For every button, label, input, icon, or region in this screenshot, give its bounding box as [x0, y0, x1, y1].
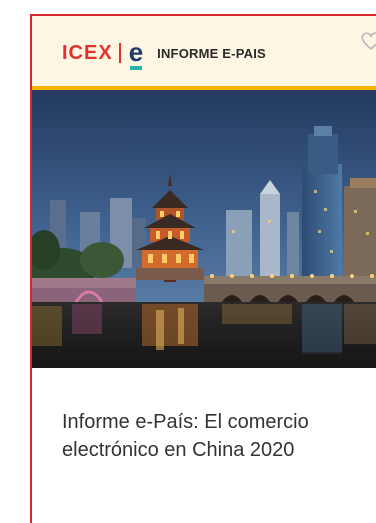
- heart-icon[interactable]: [360, 30, 376, 52]
- report-cover-image[interactable]: [32, 90, 376, 368]
- brand-logo: ICEX e INFORME E-PAIS: [62, 36, 266, 70]
- page: ICEX e INFORME E-PAIS Informe e-País: El…: [0, 0, 376, 523]
- report-type-label: INFORME E-PAIS: [157, 45, 266, 61]
- icex-logo: ICEX: [62, 41, 113, 64]
- card-body: Informe e-País: El comercio electrónico …: [32, 368, 376, 523]
- card-header: ICEX e INFORME E-PAIS: [32, 16, 376, 90]
- city-skyline-photo: [32, 90, 376, 368]
- report-card[interactable]: ICEX e INFORME E-PAIS Informe e-País: El…: [30, 14, 376, 523]
- logo-divider: [118, 43, 121, 63]
- e-logo: e: [128, 36, 144, 70]
- report-title[interactable]: Informe e-País: El comercio electrónico …: [62, 408, 362, 464]
